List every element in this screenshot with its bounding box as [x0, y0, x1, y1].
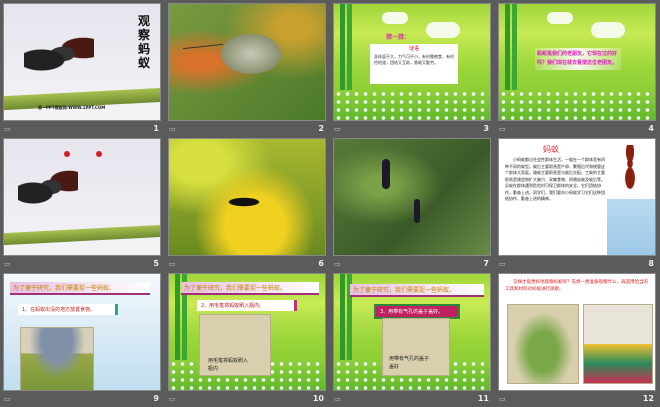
slide-text: 蚂蚁是我们的老朋友，它现在过的好吗？我们现在就去看望这位老朋友。 — [535, 48, 621, 70]
slide-preview[interactable] — [168, 138, 326, 256]
slide-heading: 猜一猜： — [386, 34, 411, 41]
banner: 为了便于研究，我们需要捉一些蚂蚁。 — [10, 282, 150, 295]
child-illustration — [507, 304, 579, 384]
slide-preview[interactable] — [333, 138, 491, 256]
step-label: 3、用带有气孔的盖子盖好。 — [374, 304, 460, 319]
box-text: 身体虽不大，力气可不小，有时搬粮食，有时挖地道，团结又互助，勇敢又勤劳。 — [374, 54, 454, 65]
slide-thumbnail-6[interactable]: ▭ 6 — [168, 138, 326, 271]
slide-preview[interactable] — [3, 138, 161, 256]
transition-icon: ▭ — [499, 395, 506, 403]
transition-icon: ▭ — [4, 125, 11, 133]
slide-title: 蚂蚁 — [543, 145, 559, 154]
slide-preview[interactable]: 为了便于研究，我们需要捉一些蚂蚁。 3、用带有气孔的盖子盖好。 用带有气孔的盖子… — [333, 273, 491, 391]
slide-number: 1 — [153, 124, 159, 133]
slide-preview[interactable]: 蚂蚁 小蚂蚁都过社会性群体生活，一般在一个群体里有四种不同的蚁型。蚁后主要职责是… — [498, 138, 656, 256]
slide-preview[interactable] — [168, 3, 326, 121]
slide-thumbnail-8[interactable]: 蚂蚁 小蚂蚁都过社会性群体生活，一般在一个群体里有四种不同的蚁型。蚁后主要职责是… — [498, 138, 656, 271]
slide-thumbnail-3[interactable]: 猜一猜： 谜语 身体虽不大，力气可不小，有时搬粮食，有时挖地道，团结又互助，勇敢… — [333, 3, 491, 136]
slide-thumbnail-12[interactable]: 怎样才能更好地观察蚂蚁呢？先想一想准备观察什么，再选用恰当的工具和材料对蚂蚁进行… — [498, 273, 656, 406]
flowers-decoration — [334, 90, 490, 120]
step-label: 2、用毛笔将蚂蚁刷入瓶内。 — [197, 300, 297, 311]
ant-image — [382, 159, 390, 189]
slide-thumbnail-10[interactable]: 为了便于研究，我们需要捉一些蚂蚁。 2、用毛笔将蚂蚁刷入瓶内。 用毛笔将蚂蚁刷入… — [168, 273, 326, 406]
flowers-decoration — [499, 90, 655, 120]
label-marker — [64, 151, 70, 157]
banner: 为了便于研究，我们需要捉一些蚂蚁。 — [350, 284, 484, 297]
slide-text: 小蚂蚁都过社会性群体生活，一般在一个群体里有四种不同的蚁型。蚁后主要职责是产卵、… — [505, 157, 605, 201]
slide-thumbnail-4[interactable]: 蚂蚁是我们的老朋友，它现在过的好吗？我们现在就去看望这位老朋友。 ▭ 4 — [498, 3, 656, 136]
slide-number: 4 — [648, 124, 654, 133]
slide-thumbnail-7[interactable]: ▭ 7 — [333, 138, 491, 271]
illustration-caption: 用毛笔将蚂蚁刷入瓶内 — [208, 358, 249, 372]
ant-image — [18, 169, 78, 209]
transition-icon: ▭ — [4, 260, 11, 268]
slide-number: 10 — [312, 394, 324, 403]
slide-thumbnail-2[interactable]: ▭ 2 — [168, 3, 326, 136]
ant-image — [414, 199, 420, 223]
transition-icon: ▭ — [169, 125, 176, 133]
slide-preview[interactable]: 蚂蚁是我们的老朋友，它现在过的好吗？我们现在就去看望这位老朋友。 — [498, 3, 656, 121]
hummingbird-image — [221, 34, 281, 74]
food-illustration — [20, 327, 94, 390]
slide-number: 9 — [153, 394, 159, 403]
slide-number: 11 — [477, 394, 489, 403]
flower-decoration — [607, 199, 655, 255]
grass-blade — [4, 224, 160, 246]
watermark: 第一PPT模板网-WWW.1PPT.COM — [38, 105, 106, 110]
slide-thumbnail-11[interactable]: 为了便于研究，我们需要捉一些蚂蚁。 3、用带有气孔的盖子盖好。 用带有气孔的盖子… — [333, 273, 491, 406]
slide-text: 怎样才能更好地观察蚂蚁呢？先想一想准备观察什么，再选用恰当的工具和材料对蚂蚁进行… — [505, 280, 648, 292]
slide-preview[interactable]: 观察蚂蚁 第一PPT模板网-WWW.1PPT.COM — [3, 3, 161, 121]
slide-preview[interactable]: 为了便于研究，我们需要捉一些蚂蚁。 2、用毛笔将蚂蚁刷入瓶内。 用毛笔将蚂蚁刷入… — [168, 273, 326, 391]
label-marker — [96, 151, 102, 157]
slide-number: 6 — [318, 259, 324, 268]
slide-preview[interactable]: 怎样才能更好地观察蚂蚁呢？先想一想准备观察什么，再选用恰当的工具和材料对蚂蚁进行… — [498, 273, 656, 391]
slide-number: 2 — [318, 124, 324, 133]
slide-number: 12 — [642, 394, 654, 403]
slide-thumbnail-1[interactable]: 观察蚂蚁 第一PPT模板网-WWW.1PPT.COM ▭ 1 — [3, 3, 161, 136]
jar-illustration: 用带有气孔的盖子盖好 — [382, 318, 450, 376]
transition-icon: ▭ — [499, 260, 506, 268]
slide-preview[interactable]: 猜一猜： 谜语 身体虽不大，力气可不小，有时搬粮食，有时挖地道，团结又互助，勇敢… — [333, 3, 491, 121]
slide-preview[interactable]: 为了便于研究，我们需要捉一些蚂蚁。 1、在蚂蚁出没的地方放置食物。 — [3, 273, 161, 391]
illustration-caption: 用带有气孔的盖子盖好 — [389, 356, 430, 370]
slide-number: 5 — [153, 259, 159, 268]
ant-image — [219, 195, 269, 209]
transition-icon: ▭ — [499, 125, 506, 133]
step-label: 1、在蚂蚁出没的地方放置食物。 — [18, 304, 118, 315]
transition-icon: ▭ — [4, 395, 11, 403]
box-title: 谜语 — [408, 46, 419, 52]
banner: 为了便于研究，我们需要捉一些蚂蚁。 — [181, 282, 319, 295]
ant-image — [24, 36, 94, 76]
slide-thumbnail-5[interactable]: ▭ 5 — [3, 138, 161, 271]
slide-thumbnail-9[interactable]: 为了便于研究，我们需要捉一些蚂蚁。 1、在蚂蚁出没的地方放置食物。 ▭ 9 — [3, 273, 161, 406]
slide-number: 3 — [483, 124, 489, 133]
transition-icon: ▭ — [334, 125, 341, 133]
transition-icon: ▭ — [334, 260, 341, 268]
slide-number: 7 — [483, 259, 489, 268]
riddle-box: 谜语 身体虽不大，力气可不小，有时搬粮食，有时挖地道，团结又互助，勇敢又勤劳。 — [370, 44, 458, 84]
bird-beak — [183, 43, 223, 50]
slide-title: 观察蚂蚁 — [138, 14, 151, 70]
brush-illustration: 用毛笔将蚂蚁刷入瓶内 — [199, 314, 271, 376]
transition-icon: ▭ — [334, 395, 341, 403]
transition-icon: ▭ — [169, 260, 176, 268]
tools-illustration — [583, 304, 653, 384]
red-ant-image — [615, 145, 645, 191]
transition-icon: ▭ — [169, 395, 176, 403]
slide-number: 8 — [648, 259, 654, 268]
